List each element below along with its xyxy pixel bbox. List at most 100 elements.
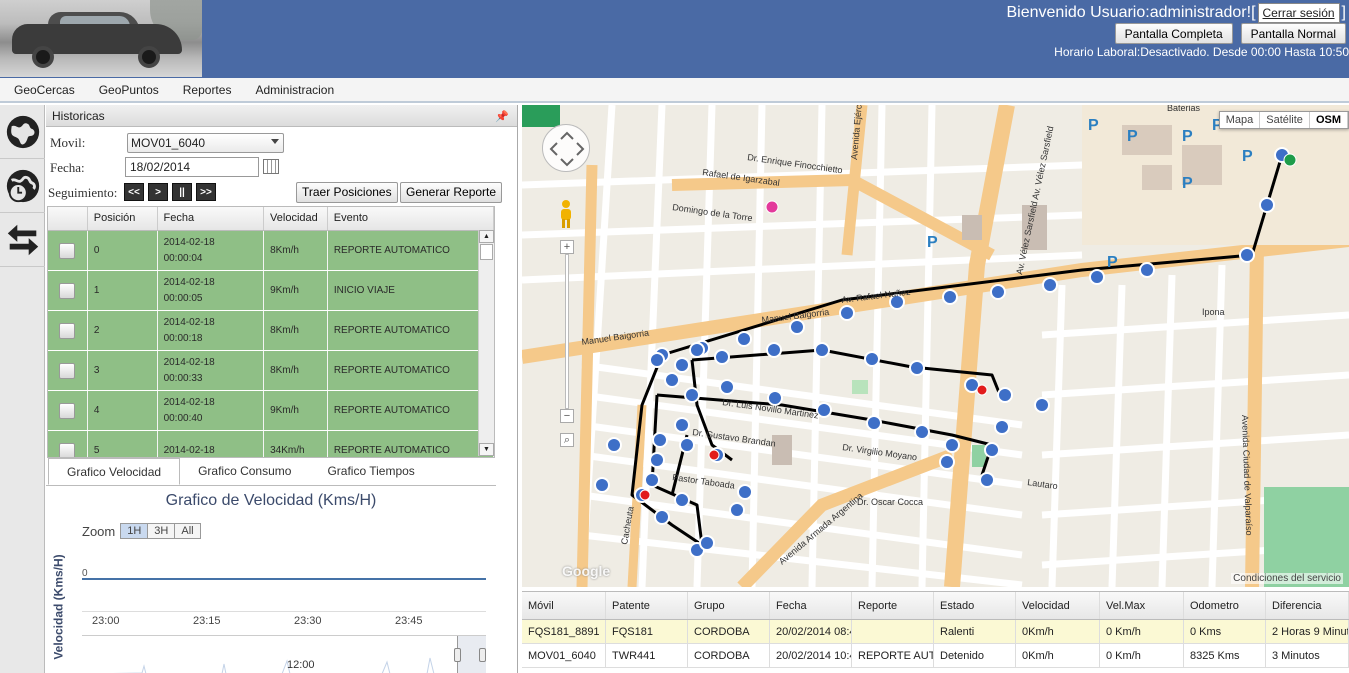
map-type-mapa[interactable]: Mapa [1220,112,1261,128]
table-row[interactable]: 5 2014-02-18 34Km/h REPORTE AUTOMATICO [48,431,494,457]
tab-grafico-consumo[interactable]: Grafico Consumo [180,458,309,485]
terms-link[interactable]: Condiciones del servicio [1231,573,1343,584]
row-checkbox[interactable] [59,442,76,457]
svg-text:P: P [1182,175,1193,192]
x-tick: 23:15 [193,615,221,627]
movil-select[interactable]: MOV01_6040 [127,133,284,153]
row-date: 2014-02-18 [163,356,215,368]
fast-forward-button[interactable]: >> [196,183,216,201]
globe-clock-icon[interactable] [0,159,45,213]
rewind-button[interactable]: << [124,183,144,201]
vehicles-col-header[interactable]: Fecha [770,592,852,619]
zoom-1h-button[interactable]: 1H [120,523,149,539]
col-fecha[interactable]: Fecha [158,207,265,230]
traer-posiciones-button[interactable]: Traer Posiciones [296,182,398,203]
chart-gridline [82,611,486,612]
row-posicion: 4 [88,391,158,430]
scroll-up-icon[interactable]: ▲ [479,230,494,243]
row-checkbox-cell[interactable] [48,231,88,270]
zoom-3h-button[interactable]: 3H [147,523,176,539]
pause-button[interactable]: || [172,183,192,201]
scroll-thumb[interactable] [480,244,493,260]
zoom-label: Zoom [82,523,116,539]
fecha-input[interactable]: 18/02/2014 [125,157,259,177]
table-row[interactable]: 4 2014-02-18 00:00:40 9Km/h REPORTE AUTOMATI… [48,391,494,431]
table-row[interactable]: 3 2014-02-18 00:00:33 8Km/h REPORTE AUTOMATI… [48,351,494,391]
menu-geopuntos[interactable]: GeoPuntos [87,83,171,97]
zoom-slider[interactable] [565,254,569,409]
zoom-out-button[interactable]: − [560,409,574,423]
vehicles-row[interactable]: MOV01_6040 TWR441 CORDOBA 20/02/2014 10:4 RE… [522,644,1349,668]
speed-series-line [82,578,486,580]
normal-screen-button[interactable]: Pantalla Normal [1240,23,1346,44]
row-posicion: 5 [88,431,158,457]
vehicles-col-header[interactable]: Móvil [522,592,606,619]
table-row[interactable]: 1 2014-02-18 00:00:05 9Km/h INICIO VIAJE [48,271,494,311]
fullscreen-button[interactable]: Pantalla Completa [1114,23,1233,44]
col-posicion[interactable]: Posición [88,207,158,230]
welcome-label: Bienvenido Usuario:administrador![ [1006,4,1256,21]
grid-scrollbar[interactable]: ▲ ▼ [478,230,494,456]
menu-administracion[interactable]: Administracion [243,83,346,97]
row-checkbox[interactable] [59,362,76,379]
row-checkbox[interactable] [59,322,76,339]
vehicles-row[interactable]: FQS181_8891 FQS181 CORDOBA 20/02/2014 08:4 R… [522,620,1349,644]
row-velocidad: 8Km/h [264,311,328,350]
menu-geocercas[interactable]: GeoCercas [2,83,87,97]
vehicles-cell: 8325 Kms [1184,644,1266,667]
col-evento[interactable]: Evento [328,207,494,230]
row-checkbox-cell[interactable] [48,391,88,430]
generar-reporte-button[interactable]: Generar Reporte [400,182,503,203]
row-velocidad: 8Km/h [264,231,328,270]
menu-reportes[interactable]: Reportes [171,83,244,97]
scroll-down-icon[interactable]: ▼ [479,443,494,456]
row-checkbox-cell[interactable] [48,431,88,457]
tab-grafico-velocidad[interactable]: Grafico Velocidad [48,458,181,485]
swap-arrows-icon[interactable] [0,213,45,267]
vehicles-cell: FQS181 [606,620,688,643]
vehicles-col-header[interactable]: Velocidad [1016,592,1100,619]
vehicles-cell: 0 Km/h [1100,620,1184,643]
zoom-area-icon[interactable]: ⌕ [560,433,574,447]
row-checkbox[interactable] [59,242,76,259]
vehicles-col-header[interactable]: Diferencia [1266,592,1349,619]
vehicles-col-header[interactable]: Vel.Max [1100,592,1184,619]
col-velocidad[interactable]: Velocidad [264,207,328,230]
vehicles-col-header[interactable]: Grupo [688,592,770,619]
row-velocidad: 9Km/h [264,271,328,310]
play-button[interactable]: > [148,183,168,201]
streetview-pegman-icon[interactable] [559,199,573,229]
tab-grafico-tiempos[interactable]: Grafico Tiempos [309,458,432,485]
row-checkbox[interactable] [59,402,76,419]
movil-select-value: MOV01_6040 [131,136,206,150]
map-type-satelite[interactable]: Satélite [1260,112,1310,128]
navigator-left-handle[interactable] [454,648,461,662]
historicas-panel: Historicas 📌 Movil: MOV01_6040 Fecha: 18… [46,105,518,673]
row-fecha: 2014-02-18 [158,431,265,457]
zoom-all-button[interactable]: All [174,523,201,539]
vehicles-col-header[interactable]: Odometro [1184,592,1266,619]
vehicles-col-header[interactable]: Estado [934,592,1016,619]
map-view[interactable]: PPP PPP PP Manuel Baigorria Manuel Baigor… [522,105,1349,587]
table-row[interactable]: 2 2014-02-18 00:00:18 8Km/h REPORTE AUTOMATI… [48,311,494,351]
pin-icon[interactable]: 📌 [495,106,509,128]
calendar-icon[interactable] [263,159,279,174]
zoom-in-button[interactable]: + [560,240,574,254]
logout-link[interactable]: Cerrar sesión [1257,3,1340,23]
globe-icon[interactable] [0,105,45,159]
table-row[interactable]: 0 2014-02-18 00:00:04 8Km/h REPORTE AUTOMATI… [48,231,494,271]
row-checkbox-cell[interactable] [48,311,88,350]
map-pan-control[interactable] [542,124,590,172]
row-posicion: 3 [88,351,158,390]
vehicles-col-header[interactable]: Patente [606,592,688,619]
row-checkbox-cell[interactable] [48,351,88,390]
navigator-right-handle[interactable] [479,648,486,662]
vehicles-grid-header: Móvil Patente Grupo Fecha Reporte Estado Veloc… [522,592,1349,620]
row-checkbox-cell[interactable] [48,271,88,310]
row-checkbox[interactable] [59,282,76,299]
chart-navigator[interactable]: 12:00 [82,635,486,673]
col-check [48,207,88,230]
map-type-osm[interactable]: OSM [1310,112,1348,128]
vehicles-cell: 0 Kms [1184,620,1266,643]
vehicles-col-header[interactable]: Reporte [852,592,934,619]
